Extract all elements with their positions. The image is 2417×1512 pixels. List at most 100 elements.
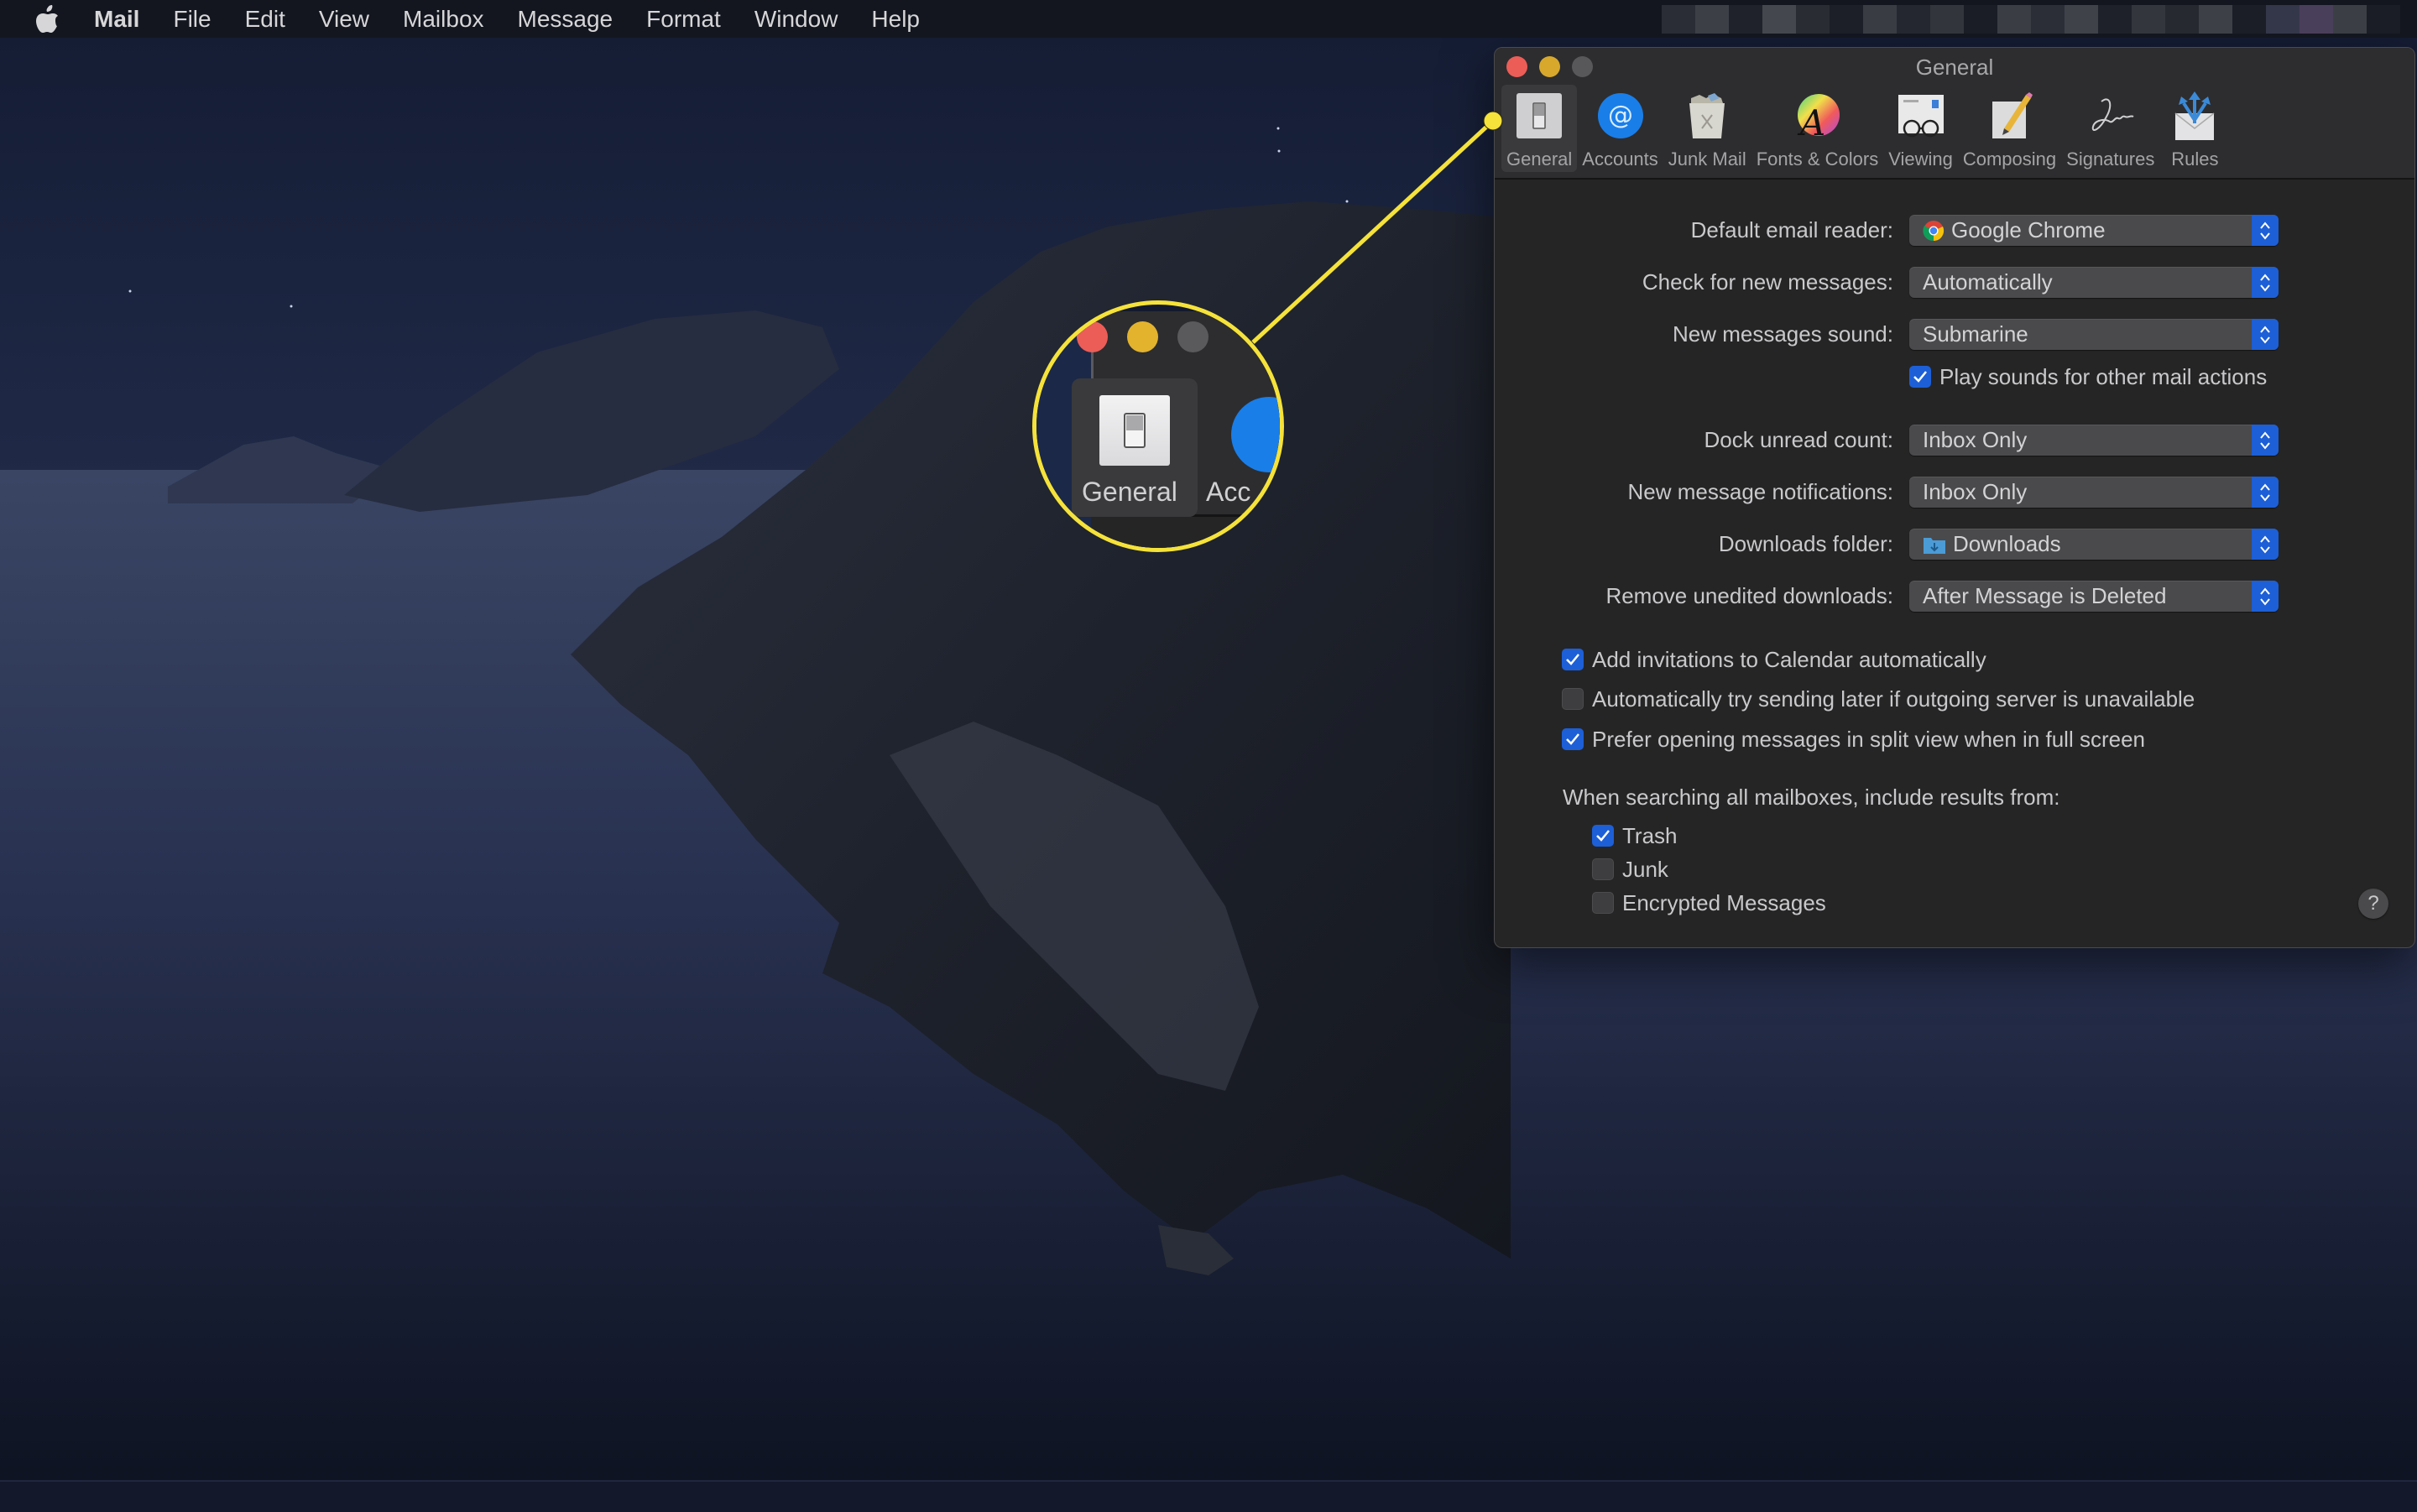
popup-value-text: Downloads	[1953, 531, 2061, 556]
include-encrypted-checkbox[interactable]	[1592, 892, 1614, 914]
tab-viewing[interactable]: Viewing	[1883, 85, 1958, 172]
popup-value-text: Inbox Only	[1923, 479, 2028, 504]
trash-bin-icon	[1681, 90, 1733, 142]
glasses-document-icon	[1895, 90, 1947, 142]
search-include-trash[interactable]: Trash	[1592, 823, 1678, 848]
envelope-arrows-icon	[2169, 90, 2221, 142]
play-sounds-option[interactable]: Play sounds for other mail actions	[1909, 364, 2267, 389]
split-view-checkbox[interactable]	[1562, 728, 1584, 750]
tab-general-label: General	[1506, 149, 1573, 169]
option-send-later[interactable]: Automatically try sending later if outgo…	[1562, 686, 2195, 712]
include-encrypted-label: Encrypted Messages	[1622, 889, 1826, 915]
option-add-invitations[interactable]: Add invitations to Calendar automaticall…	[1562, 647, 1986, 672]
preferences-toolbar: General @ Accounts Junk Mail A Fonts & C…	[1501, 85, 2230, 177]
menu-file[interactable]: File	[173, 0, 211, 38]
setting-label: Dock unread count:	[1704, 427, 1893, 452]
menu-mail[interactable]: Mail	[94, 0, 139, 38]
dock-unread-count-popup[interactable]: Inbox Only	[1909, 425, 2279, 456]
svg-text:@: @	[1608, 101, 1633, 130]
menu-bar-status-icons-obscured	[1662, 5, 2400, 34]
preferences-window: General General @ Accounts Junk Mail A F…	[1494, 47, 2415, 948]
tab-junk-mail-label: Junk Mail	[1668, 149, 1746, 169]
menu-edit[interactable]: Edit	[245, 0, 285, 38]
signature-icon	[2085, 90, 2137, 142]
menu-view[interactable]: View	[319, 0, 369, 38]
magnified-content-area	[1091, 514, 1280, 548]
include-junk-label: Junk	[1622, 856, 1668, 882]
apple-logo-icon[interactable]	[34, 4, 62, 34]
setting-dock-unread-count: Dock unread count: Inbox Only	[1495, 425, 2414, 456]
popup-value-text: After Message is Deleted	[1923, 583, 2167, 608]
setting-label: Check for new messages:	[1642, 269, 1893, 295]
up-down-chevron-icon	[2252, 267, 2279, 298]
chrome-icon	[1923, 220, 1945, 242]
check-new-messages-popup[interactable]: Automatically	[1909, 267, 2279, 298]
send-later-checkbox[interactable]	[1562, 688, 1584, 710]
up-down-chevron-icon	[2252, 425, 2279, 456]
magnified-general-switch-icon	[1099, 395, 1170, 466]
up-down-chevron-icon	[2252, 529, 2279, 560]
magnifier-callout: General Acc	[1032, 300, 1284, 552]
include-junk-checkbox[interactable]	[1592, 858, 1614, 880]
tab-rules-label: Rules	[2171, 149, 2219, 169]
split-view-label: Prefer opening messages in split view wh…	[1592, 726, 2146, 752]
tab-general[interactable]: General	[1501, 85, 1578, 172]
tab-fonts-colors[interactable]: A Fonts & Colors	[1751, 85, 1884, 172]
option-split-view[interactable]: Prefer opening messages in split view wh…	[1562, 727, 2145, 752]
new-messages-sound-popup[interactable]: Submarine	[1909, 319, 2279, 350]
menu-mailbox[interactable]: Mailbox	[403, 0, 483, 38]
setting-new-messages-sound: New messages sound: Submarine	[1495, 319, 2414, 350]
tab-composing[interactable]: Composing	[1958, 85, 2061, 172]
tab-fonts-colors-label: Fonts & Colors	[1756, 149, 1879, 169]
setting-downloads-folder: Downloads folder: Downloads	[1495, 529, 2414, 560]
setting-default-email-reader: Default email reader: Google Chrome	[1495, 215, 2414, 246]
add-invitations-checkbox[interactable]	[1562, 649, 1584, 670]
include-trash-label: Trash	[1622, 822, 1678, 848]
tab-signatures-label: Signatures	[2066, 149, 2155, 169]
downloads-folder-popup[interactable]: Downloads	[1909, 529, 2279, 560]
menu-window[interactable]: Window	[754, 0, 838, 38]
setting-label: Default email reader:	[1690, 217, 1893, 242]
setting-label: New messages sound:	[1672, 321, 1893, 347]
popup-value-text: Google Chrome	[1951, 217, 2106, 242]
up-down-chevron-icon	[2252, 477, 2279, 508]
new-message-notifications-popup[interactable]: Inbox Only	[1909, 477, 2279, 508]
menu-help[interactable]: Help	[871, 0, 920, 38]
magnified-accounts-label: Acc	[1206, 477, 1251, 507]
play-sounds-checkbox[interactable]	[1909, 366, 1931, 388]
search-results-section-label: When searching all mailboxes, include re…	[1563, 785, 2060, 810]
tab-signatures[interactable]: Signatures	[2061, 85, 2159, 172]
popup-value-text: Inbox Only	[1923, 427, 2028, 452]
tab-viewing-label: Viewing	[1888, 149, 1953, 169]
setting-label: Downloads folder:	[1718, 531, 1893, 556]
setting-label: New message notifications:	[1627, 479, 1893, 504]
tab-junk-mail[interactable]: Junk Mail	[1663, 85, 1751, 172]
search-include-junk[interactable]: Junk	[1592, 857, 1668, 882]
magnified-minimize-button	[1127, 321, 1158, 352]
tab-composing-label: Composing	[1962, 149, 2057, 169]
tab-rules[interactable]: Rules	[2159, 85, 2230, 172]
up-down-chevron-icon	[2252, 215, 2279, 246]
play-sounds-label: Play sounds for other mail actions	[1939, 363, 2268, 389]
setting-new-message-notifications: New message notifications: Inbox Only	[1495, 477, 2414, 508]
search-include-encrypted[interactable]: Encrypted Messages	[1592, 890, 1826, 915]
magnified-window-controls	[1077, 321, 1208, 352]
general-switch-icon	[1513, 90, 1565, 142]
remove-unedited-downloads-popup[interactable]: After Message is Deleted	[1909, 581, 2279, 612]
default-email-reader-popup[interactable]: Google Chrome	[1909, 215, 2279, 246]
setting-remove-unedited-downloads: Remove unedited downloads: After Message…	[1495, 581, 2414, 612]
popup-value-text: Automatically	[1923, 269, 2053, 295]
setting-check-new-messages: Check for new messages: Automatically	[1495, 267, 2414, 298]
tab-accounts[interactable]: @ Accounts	[1577, 85, 1663, 172]
color-wheel-font-icon: A	[1791, 90, 1843, 142]
help-button[interactable]: ?	[2358, 889, 2388, 919]
magnified-zoom-button	[1177, 321, 1208, 352]
include-trash-checkbox[interactable]	[1592, 825, 1614, 847]
downloads-folder-icon	[1923, 534, 1946, 555]
menu-message[interactable]: Message	[518, 0, 613, 38]
pencil-paper-icon	[1984, 90, 2036, 142]
setting-label: Remove unedited downloads:	[1605, 583, 1893, 608]
menu-format[interactable]: Format	[646, 0, 721, 38]
up-down-chevron-icon	[2252, 319, 2279, 350]
tab-accounts-label: Accounts	[1582, 149, 1658, 169]
